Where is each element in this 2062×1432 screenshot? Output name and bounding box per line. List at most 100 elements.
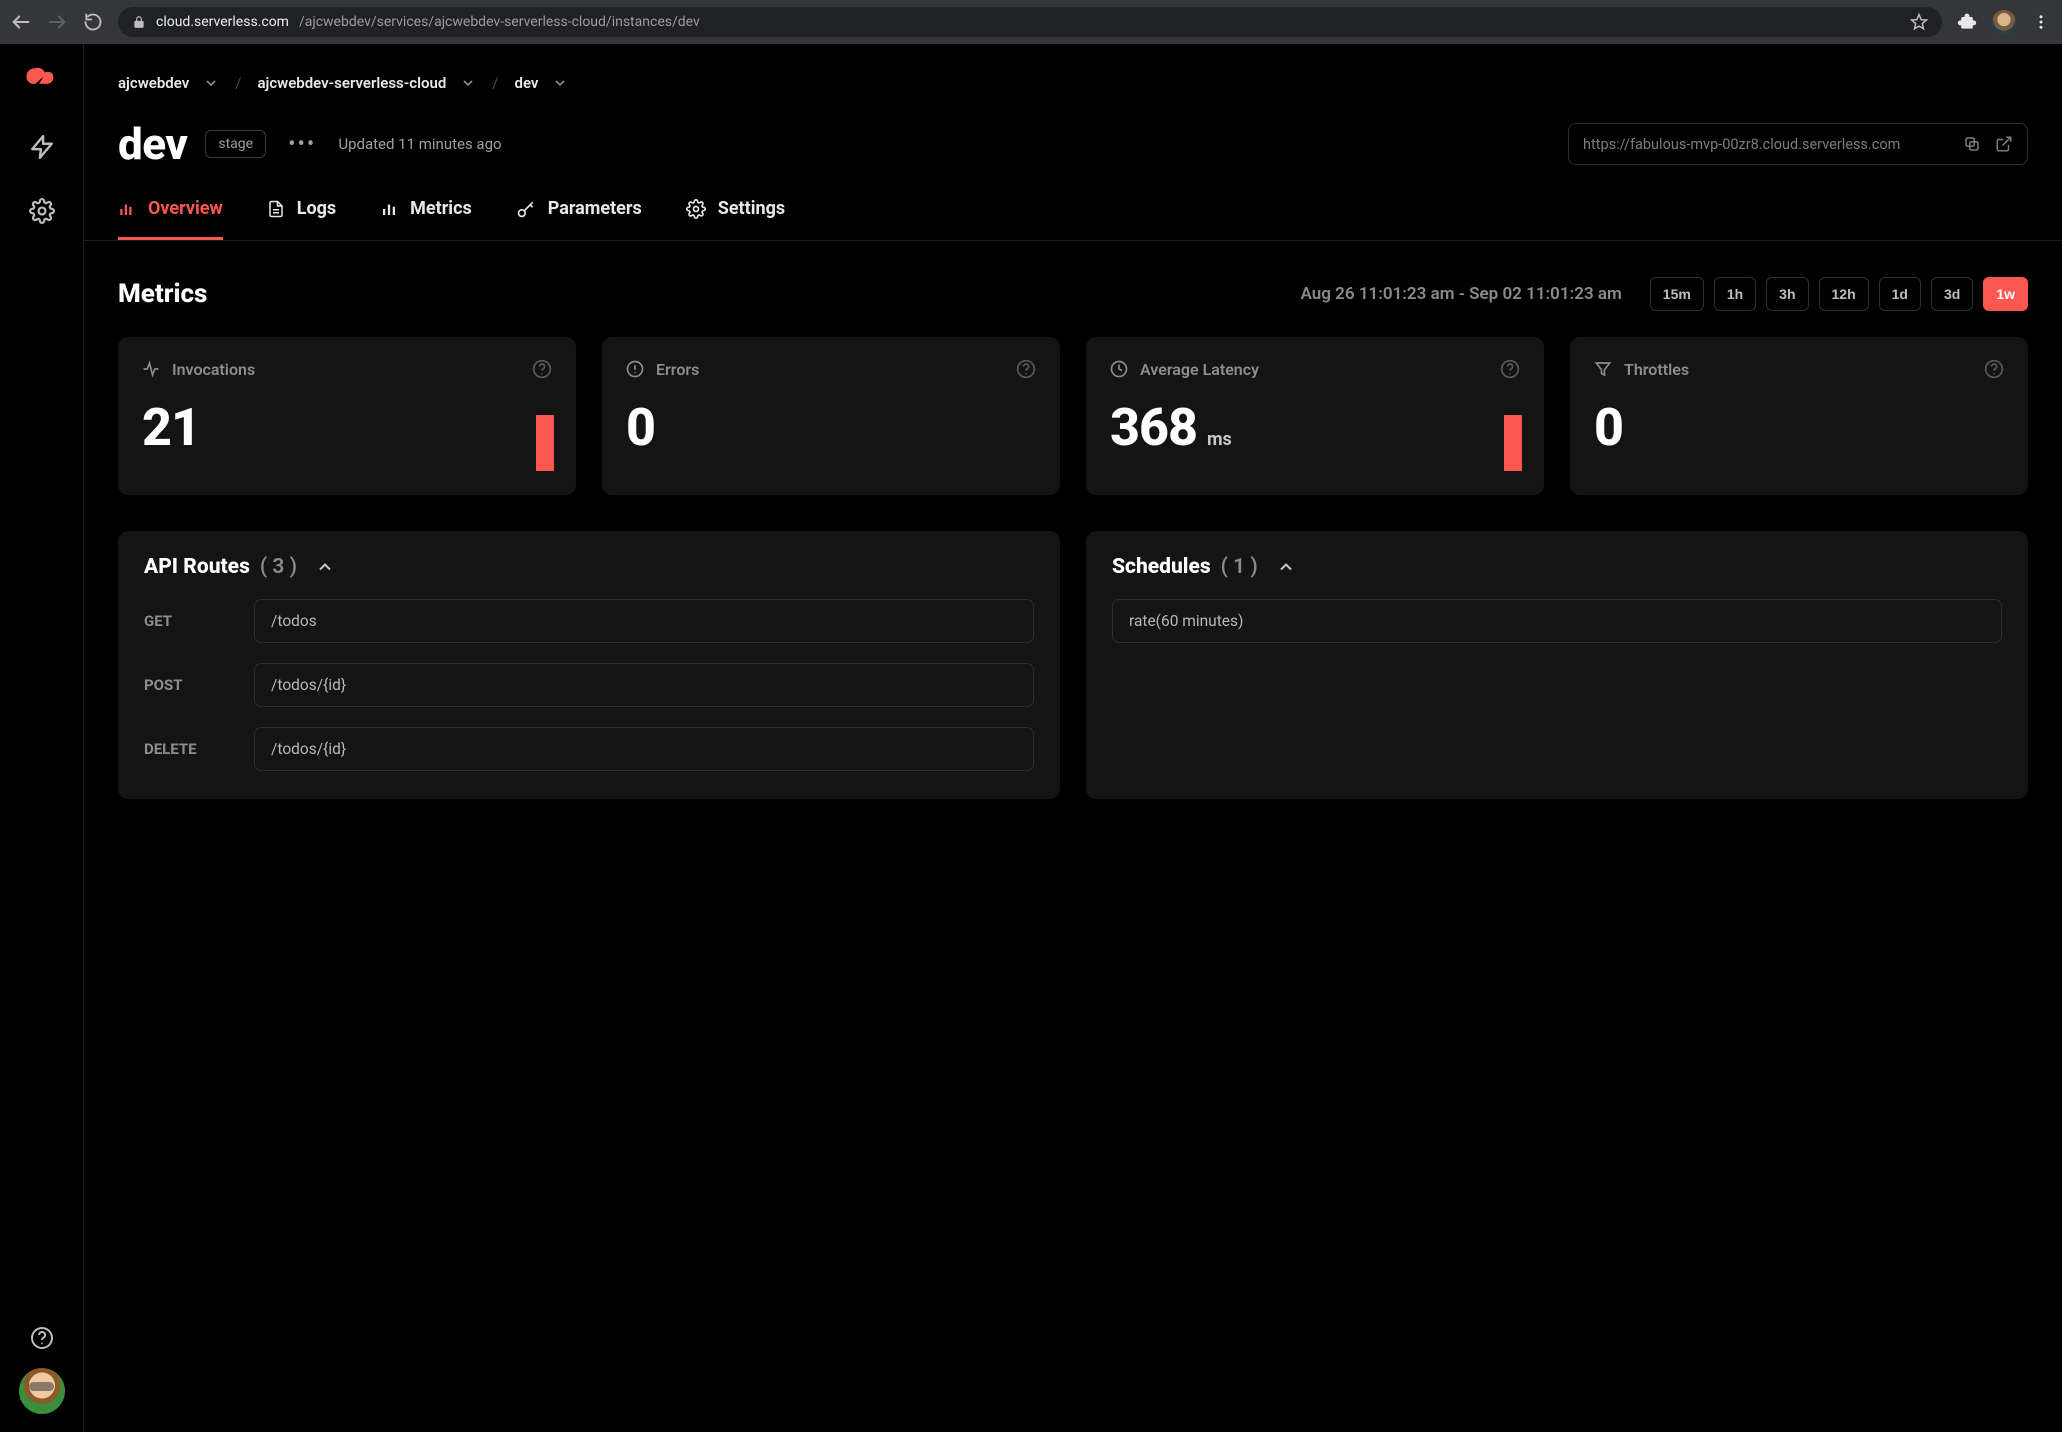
clock-icon [1110, 360, 1128, 378]
card-invocations-value: 21 [142, 397, 200, 458]
card-errors[interactable]: Errors 0 [602, 337, 1060, 495]
gear-icon[interactable] [29, 198, 55, 224]
reload-button[interactable] [82, 11, 104, 33]
api-route-row: POST /todos/{id} [144, 663, 1034, 707]
url-host: cloud.serverless.com [156, 14, 289, 30]
panel-api-routes: API Routes ( 3 ) GET /todos POST /todos/… [118, 531, 1060, 799]
latency-sparkbar [1504, 415, 1522, 471]
filter-icon [1594, 360, 1612, 378]
key-icon [516, 199, 536, 219]
help-icon[interactable] [532, 359, 552, 379]
browser-toolbar: cloud.serverless.com/ajcwebdev/services/… [0, 0, 2062, 44]
profile-avatar[interactable] [1992, 10, 2016, 34]
url-path: /ajcwebdev/services/ajcwebdev-serverless… [299, 14, 700, 30]
breadcrumb-separator: / [235, 74, 241, 92]
serverless-logo-icon[interactable] [25, 66, 59, 96]
schedules-count: ( 1 ) [1221, 555, 1258, 579]
bolt-icon[interactable] [29, 134, 55, 160]
metrics-time-range: Aug 26 11:01:23 am - Sep 02 11:01:23 am [1301, 284, 1622, 304]
updated-timestamp: Updated 11 minutes ago [338, 135, 501, 153]
range-15m[interactable]: 15m [1650, 277, 1704, 311]
schedule-row: rate(60 minutes) [1112, 599, 2002, 643]
extensions-icon[interactable] [1956, 11, 1978, 33]
api-route-row: DELETE /todos/{id} [144, 727, 1034, 771]
alert-icon [626, 360, 644, 378]
breadcrumb-service[interactable]: ajcwebdev-serverless-cloud [257, 74, 476, 92]
instance-header: dev stage ••• Updated 11 minutes ago htt… [84, 92, 2062, 170]
more-actions-button[interactable]: ••• [284, 132, 320, 157]
tab-settings[interactable]: Settings [686, 198, 785, 240]
route-method: DELETE [144, 740, 254, 758]
help-icon[interactable] [1016, 359, 1036, 379]
metrics-title: Metrics [118, 279, 207, 309]
tab-logs[interactable]: Logs [267, 198, 336, 240]
lock-icon [132, 15, 146, 29]
back-button[interactable] [10, 11, 32, 33]
gear-icon [686, 199, 706, 219]
breadcrumb-org-label: ajcwebdev [118, 74, 189, 92]
breadcrumb-org[interactable]: ajcwebdev [118, 74, 219, 92]
user-avatar[interactable] [19, 1368, 65, 1414]
card-throttles[interactable]: Throttles 0 [1570, 337, 2028, 495]
app-root: ajcwebdev / ajcwebdev-serverless-cloud /… [0, 44, 2062, 1432]
browser-menu-icon[interactable] [2030, 11, 2052, 33]
collapse-icon[interactable] [315, 557, 335, 577]
range-1h[interactable]: 1h [1714, 277, 1756, 311]
tab-metrics-label: Metrics [410, 198, 472, 219]
card-latency-unit: ms [1207, 429, 1232, 450]
page-title: dev [118, 118, 187, 170]
stage-badge: stage [205, 130, 266, 158]
schedules-title: Schedules [1112, 555, 1211, 579]
api-routes-title: API Routes [144, 555, 250, 579]
chart-icon [380, 200, 398, 218]
breadcrumb-instance[interactable]: dev [515, 74, 569, 92]
card-latency-value: 368 [1110, 397, 1197, 458]
tab-overview[interactable]: Overview [118, 198, 223, 240]
copy-url-icon[interactable] [1963, 135, 1981, 153]
tab-bar: Overview Logs Metrics Parameters Setting… [84, 170, 2062, 241]
forward-button[interactable] [46, 11, 68, 33]
bars-icon [118, 200, 136, 218]
route-method: GET [144, 612, 254, 630]
card-latency[interactable]: Average Latency 368 ms [1086, 337, 1544, 495]
route-path[interactable]: /todos [254, 599, 1034, 643]
card-invocations[interactable]: Invocations 21 [118, 337, 576, 495]
range-button-group: 15m 1h 3h 12h 1d 3d 1w [1650, 277, 2028, 311]
range-3h[interactable]: 3h [1766, 277, 1808, 311]
breadcrumb-service-label: ajcwebdev-serverless-cloud [257, 74, 446, 92]
range-1w[interactable]: 1w [1983, 277, 2028, 311]
activity-icon [142, 360, 160, 378]
bookmark-star-icon[interactable] [1910, 13, 1928, 31]
tab-parameters[interactable]: Parameters [516, 198, 642, 240]
collapse-icon[interactable] [1276, 557, 1296, 577]
schedule-expression[interactable]: rate(60 minutes) [1112, 599, 2002, 643]
route-path[interactable]: /todos/{id} [254, 663, 1034, 707]
breadcrumb-separator: / [492, 74, 498, 92]
help-icon[interactable] [30, 1326, 54, 1350]
open-external-icon[interactable] [1995, 135, 2013, 153]
api-route-row: GET /todos [144, 599, 1034, 643]
card-invocations-label: Invocations [172, 360, 255, 379]
card-latency-label: Average Latency [1140, 360, 1259, 379]
document-icon [267, 200, 285, 218]
range-3d[interactable]: 3d [1931, 277, 1973, 311]
range-1d[interactable]: 1d [1879, 277, 1921, 311]
help-icon[interactable] [1500, 359, 1520, 379]
help-icon[interactable] [1984, 359, 2004, 379]
address-bar[interactable]: cloud.serverless.com/ajcwebdev/services/… [118, 7, 1942, 37]
route-path[interactable]: /todos/{id} [254, 727, 1034, 771]
card-throttles-label: Throttles [1624, 360, 1689, 379]
instance-url-box: https://fabulous-mvp-00zr8.cloud.serverl… [1568, 123, 2028, 165]
detail-panels: API Routes ( 3 ) GET /todos POST /todos/… [84, 495, 2062, 829]
instance-url-text[interactable]: https://fabulous-mvp-00zr8.cloud.serverl… [1583, 136, 1949, 153]
tab-metrics[interactable]: Metrics [380, 198, 472, 240]
invocations-sparkbar [536, 415, 554, 471]
metrics-header: Metrics Aug 26 11:01:23 am - Sep 02 11:0… [84, 241, 2062, 311]
main-content: ajcwebdev / ajcwebdev-serverless-cloud /… [84, 44, 2062, 1432]
range-12h[interactable]: 12h [1819, 277, 1869, 311]
card-errors-label: Errors [656, 360, 699, 379]
tab-settings-label: Settings [718, 198, 785, 219]
metric-cards: Invocations 21 Errors 0 [84, 311, 2062, 495]
api-routes-count: ( 3 ) [260, 555, 297, 579]
breadcrumb-instance-label: dev [515, 74, 539, 92]
